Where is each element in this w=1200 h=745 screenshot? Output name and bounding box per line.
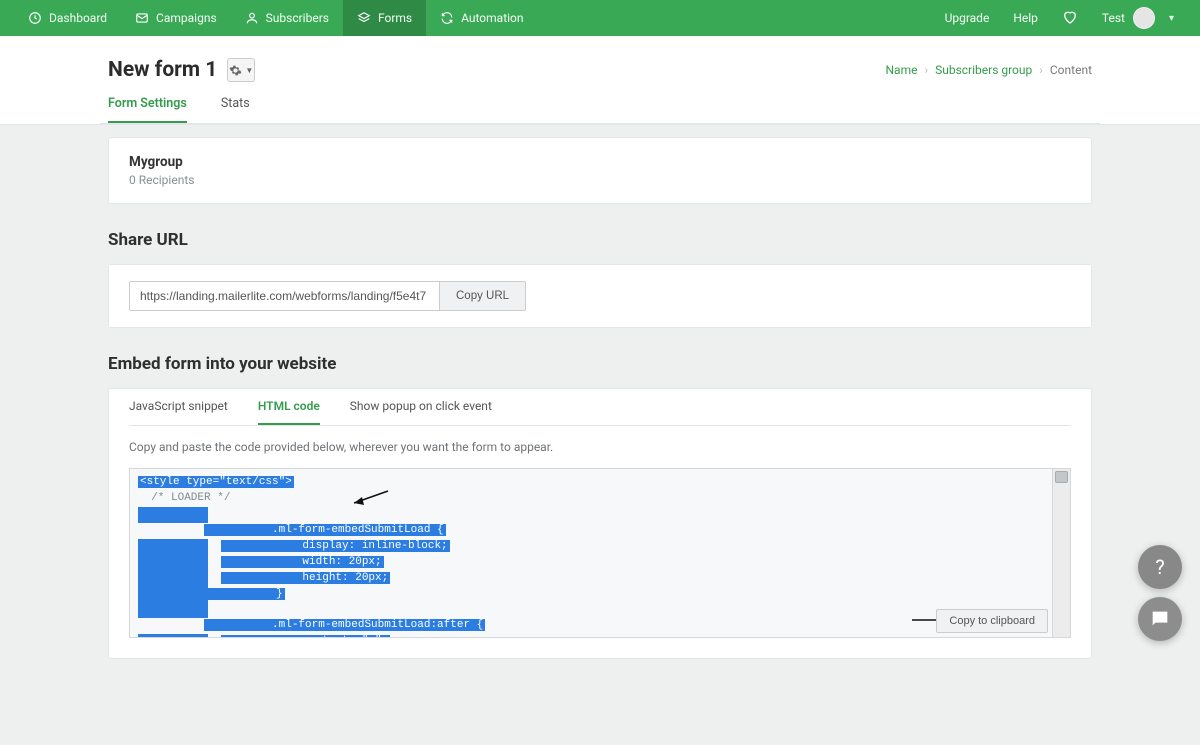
question-icon: ? <box>1155 555 1164 579</box>
copy-url-button[interactable]: Copy URL <box>439 281 526 311</box>
page-title: New form 1 <box>108 58 217 82</box>
chevron-right-icon: › <box>1039 63 1043 77</box>
user-icon <box>245 11 259 25</box>
embed-card: JavaScript snippet HTML code Show popup … <box>108 388 1092 659</box>
page-header: New form 1 ▼ Name › Subscribers group › … <box>100 36 1100 82</box>
embed-tabs: JavaScript snippet HTML code Show popup … <box>129 389 1071 426</box>
tab-html-code[interactable]: HTML code <box>258 389 320 425</box>
top-navbar: Dashboard Campaigns Subscribers Forms Au… <box>0 0 1200 36</box>
user-menu[interactable]: Test ▾ <box>1090 7 1186 29</box>
code-line: display: inline-block; <box>221 540 449 552</box>
code-line: width: 20px; <box>221 556 383 568</box>
code-line: <style type="text/css"> <box>138 476 294 488</box>
code-block: <style type="text/css"> /* LOADER */ .ml… <box>129 468 1071 638</box>
page-tabs: Form Settings Stats <box>100 82 1100 124</box>
chat-fab[interactable] <box>1138 597 1182 641</box>
embed-help-text: Copy and paste the code provided below, … <box>129 440 1071 454</box>
code-line: } <box>208 588 285 600</box>
nav-left: Dashboard Campaigns Subscribers Forms Au… <box>14 0 538 36</box>
group-card: Mygroup 0 Recipients <box>108 137 1092 204</box>
share-url-input[interactable] <box>129 281 439 311</box>
tab-popup-click[interactable]: Show popup on click event <box>350 389 492 425</box>
envelope-icon <box>135 11 149 25</box>
code-line: height: 20px; <box>221 572 390 584</box>
breadcrumb-subscribers-group[interactable]: Subscribers group <box>935 63 1032 77</box>
share-url-heading: Share URL <box>108 230 1092 250</box>
code-line: .ml-form-embedSubmitLoad { <box>204 524 446 536</box>
nav-label: Dashboard <box>49 11 107 25</box>
chevron-down-icon: ▼ <box>245 66 253 75</box>
chat-icon <box>1149 608 1171 630</box>
layers-icon <box>357 11 371 25</box>
nav-automation[interactable]: Automation <box>426 0 537 36</box>
settings-button[interactable]: ▼ <box>227 58 255 82</box>
tab-js-snippet[interactable]: JavaScript snippet <box>129 389 228 425</box>
embed-heading: Embed form into your website <box>108 354 1092 374</box>
nav-label: Automation <box>461 11 523 25</box>
code-line: content: " "; <box>221 635 390 637</box>
group-recipients: 0 Recipients <box>129 173 1071 187</box>
share-url-card: Copy URL <box>108 264 1092 328</box>
avatar-icon <box>1133 7 1155 29</box>
nav-label: Campaigns <box>156 11 217 25</box>
code-textarea[interactable]: <style type="text/css"> /* LOADER */ .ml… <box>130 469 1052 637</box>
heart-icon[interactable] <box>1050 9 1090 28</box>
help-fab[interactable]: ? <box>1138 545 1182 589</box>
group-name: Mygroup <box>129 154 1071 170</box>
chevron-right-icon: › <box>924 63 928 77</box>
breadcrumb-content: Content <box>1050 63 1092 77</box>
nav-label: Subscribers <box>266 11 329 25</box>
nav-upgrade[interactable]: Upgrade <box>933 11 1002 25</box>
nav-right: Upgrade Help Test ▾ <box>933 0 1186 36</box>
copy-to-clipboard-button[interactable]: Copy to clipboard <box>936 609 1048 633</box>
scrollbar-thumb[interactable] <box>1055 471 1068 483</box>
nav-dashboard[interactable]: Dashboard <box>14 0 121 36</box>
clock-icon <box>28 11 42 25</box>
scrollbar[interactable] <box>1052 469 1070 637</box>
nav-forms[interactable]: Forms <box>343 0 426 36</box>
nav-subscribers[interactable]: Subscribers <box>231 0 343 36</box>
tab-stats[interactable]: Stats <box>221 96 250 123</box>
tab-form-settings[interactable]: Form Settings <box>108 96 187 123</box>
code-line: /* LOADER */ <box>138 492 230 504</box>
chevron-down-icon: ▾ <box>1169 13 1174 24</box>
user-name: Test <box>1102 11 1125 25</box>
gear-icon <box>229 64 242 77</box>
nav-label: Forms <box>378 11 412 25</box>
refresh-icon <box>440 11 454 25</box>
nav-help[interactable]: Help <box>1001 11 1050 25</box>
breadcrumb-name[interactable]: Name <box>886 63 918 77</box>
nav-campaigns[interactable]: Campaigns <box>121 0 231 36</box>
breadcrumb: Name › Subscribers group › Content <box>886 63 1093 77</box>
code-line: .ml-form-embedSubmitLoad:after { <box>204 619 485 631</box>
